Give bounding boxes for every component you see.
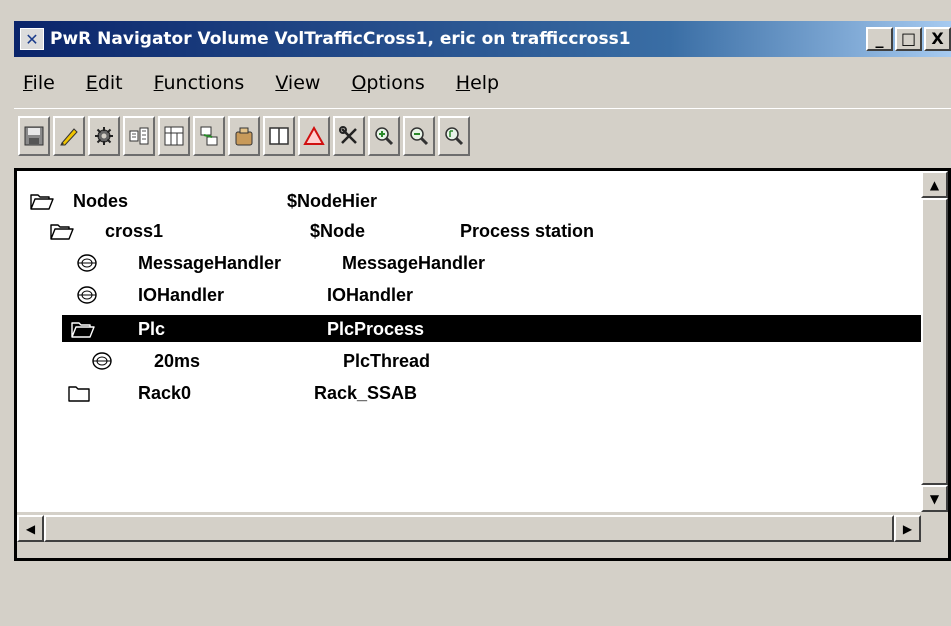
gear-icon bbox=[95, 126, 113, 145]
tree-row-class: PlcProcess bbox=[327, 319, 425, 339]
tree-row-name: Plc bbox=[138, 319, 166, 339]
folder-open-icon bbox=[50, 224, 74, 240]
module-button[interactable] bbox=[158, 115, 190, 156]
x-logo-icon[interactable]: ✕ bbox=[20, 28, 44, 50]
merge-button[interactable] bbox=[193, 115, 225, 156]
zoom-reset-button[interactable] bbox=[438, 115, 470, 156]
menu-edit[interactable]: Edit bbox=[83, 68, 126, 98]
tools-icon bbox=[339, 125, 357, 144]
menu-view-mnemonic: V bbox=[275, 72, 288, 94]
tree-row-nodes[interactable]: Nodes $NodeHier bbox=[17, 187, 921, 214]
menu-options[interactable]: Options bbox=[348, 68, 427, 98]
tree-row-class: $Node bbox=[310, 221, 366, 241]
hierarchy-icon bbox=[129, 127, 149, 144]
leaf-object-icon bbox=[92, 352, 112, 370]
merge-icon bbox=[200, 126, 218, 145]
zoom-in-button[interactable] bbox=[368, 115, 400, 156]
module-icon bbox=[164, 126, 184, 145]
title-bar[interactable]: ✕ PwR Navigator Volume VolTrafficCross1,… bbox=[14, 21, 951, 57]
menu-view[interactable]: View bbox=[272, 68, 323, 98]
menu-file-mnemonic: F bbox=[23, 72, 33, 94]
toolbar bbox=[14, 108, 951, 162]
tree-row-class: $NodeHier bbox=[287, 191, 378, 211]
menu-functions-mnemonic: F bbox=[153, 72, 164, 94]
navigator-panel: Nodes $NodeHier cross1 $Node Process sta… bbox=[14, 168, 951, 561]
save-icon bbox=[24, 126, 44, 145]
menu-functions-label: unctions bbox=[163, 72, 245, 94]
horizontal-scrollbar[interactable]: ◀ ▶ bbox=[17, 515, 921, 542]
tree-row-name: Rack0 bbox=[138, 383, 192, 403]
menu-options-label: ptions bbox=[366, 72, 425, 94]
close-button[interactable]: X bbox=[924, 27, 951, 51]
leaf-object-icon bbox=[77, 286, 97, 304]
package-icon bbox=[235, 127, 253, 145]
tree-row-plc[interactable]: Plc PlcProcess bbox=[62, 315, 921, 342]
menu-file[interactable]: File bbox=[20, 68, 58, 98]
zoom-out-button[interactable] bbox=[403, 115, 435, 156]
warning-triangle-icon bbox=[303, 125, 325, 145]
warning-button[interactable] bbox=[298, 115, 330, 156]
zoom-in-icon bbox=[375, 126, 394, 145]
tree-row-name: cross1 bbox=[105, 221, 164, 241]
scroll-up-button[interactable]: ▲ bbox=[921, 171, 948, 198]
package-button[interactable] bbox=[228, 115, 260, 156]
horizontal-scroll-thumb[interactable] bbox=[44, 515, 894, 542]
folder-open-icon bbox=[30, 194, 54, 210]
tree-row-name: MessageHandler bbox=[138, 253, 282, 273]
scrollbar-corner bbox=[921, 515, 948, 542]
hierarchy-button[interactable] bbox=[123, 115, 155, 156]
save-button[interactable] bbox=[18, 115, 50, 156]
scroll-down-button[interactable]: ▼ bbox=[921, 485, 948, 512]
tree-row-class: Rack_SSAB bbox=[314, 383, 418, 403]
tree-row-name: Nodes bbox=[73, 191, 129, 211]
menu-functions[interactable]: Functions bbox=[151, 68, 248, 98]
menu-help[interactable]: Help bbox=[453, 68, 502, 98]
tree-row-class: IOHandler bbox=[327, 285, 414, 305]
folder-closed-icon bbox=[68, 386, 90, 402]
menu-bar: File Edit Functions View Options Help bbox=[14, 60, 951, 106]
tree-row-messagehandler[interactable]: MessageHandler MessageHandler bbox=[17, 249, 921, 276]
menu-edit-mnemonic: E bbox=[85, 72, 98, 94]
leaf-object-icon bbox=[77, 254, 97, 272]
zoom-reset-icon bbox=[445, 126, 464, 145]
status-area bbox=[14, 568, 951, 626]
tree-row-class: MessageHandler bbox=[342, 253, 486, 273]
tools-button[interactable] bbox=[333, 115, 365, 156]
menu-file-label: ile bbox=[32, 72, 55, 94]
tree-row-name: IOHandler bbox=[138, 285, 225, 305]
menu-edit-label: dit bbox=[97, 72, 123, 94]
edit-button[interactable] bbox=[53, 115, 85, 156]
split-view-icon bbox=[269, 126, 289, 145]
split-view-button[interactable] bbox=[263, 115, 295, 156]
window-title: PwR Navigator Volume VolTrafficCross1, e… bbox=[50, 29, 631, 49]
edit-pencil-icon bbox=[60, 127, 78, 145]
tree-row-cross1[interactable]: cross1 $Node Process station bbox=[17, 217, 921, 244]
vertical-scrollbar[interactable]: ▲ ▼ bbox=[921, 171, 948, 512]
scroll-right-button[interactable]: ▶ bbox=[894, 515, 921, 542]
window-controls: _ □ X bbox=[866, 27, 951, 51]
scroll-left-button[interactable]: ◀ bbox=[17, 515, 44, 542]
menu-options-mnemonic: O bbox=[351, 72, 367, 94]
object-tree[interactable]: Nodes $NodeHier cross1 $Node Process sta… bbox=[17, 171, 921, 512]
zoom-out-icon bbox=[410, 126, 429, 145]
configure-button[interactable] bbox=[88, 115, 120, 156]
tree-row-name: 20ms bbox=[154, 351, 201, 371]
tree-row-class: PlcThread bbox=[343, 351, 431, 371]
menu-help-label: elp bbox=[470, 72, 500, 94]
maximize-button[interactable]: □ bbox=[895, 27, 922, 51]
tree-row-description: Process station bbox=[460, 221, 595, 241]
vertical-scroll-thumb[interactable] bbox=[921, 198, 948, 485]
menu-help-mnemonic: H bbox=[455, 72, 471, 94]
menu-view-label: iew bbox=[287, 72, 321, 94]
tree-row-iohandler[interactable]: IOHandler IOHandler bbox=[17, 281, 921, 308]
folder-open-icon bbox=[71, 322, 95, 338]
minimize-button[interactable]: _ bbox=[866, 27, 893, 51]
tree-row-20ms[interactable]: 20ms PlcThread bbox=[17, 347, 921, 374]
tree-row-rack0[interactable]: Rack0 Rack_SSAB bbox=[17, 379, 921, 406]
